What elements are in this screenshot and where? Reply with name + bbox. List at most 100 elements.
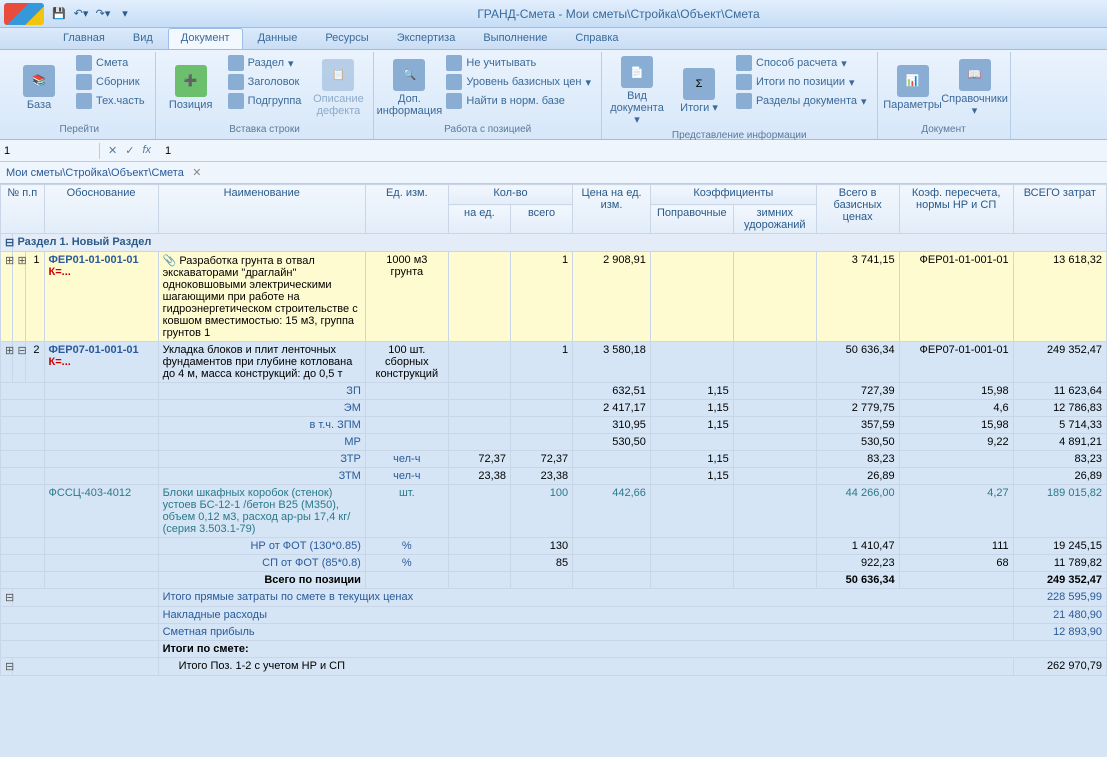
extra-info-button[interactable]: 🔍 Доп. информация [380, 54, 438, 122]
base-icon: 📚 [23, 65, 55, 97]
cell-ref-input[interactable] [4, 145, 95, 157]
tab-data[interactable]: Данные [245, 28, 311, 49]
pos-totals-icon [736, 74, 752, 90]
ignore-button[interactable]: Не учитывать [442, 54, 595, 72]
calc-icon [736, 55, 752, 71]
cancel-icon[interactable]: ✕ [108, 144, 117, 157]
ribbon-group-presentation: 📄 Вид документа ▾ Σ Итоги ▾ Способ расче… [602, 52, 878, 139]
component-row[interactable]: ЗП632,511,15727,3915,9811 623,64 [1, 383, 1107, 400]
tab-view[interactable]: Вид [120, 28, 166, 49]
expand-icon[interactable]: ⊞ [13, 252, 25, 342]
tab-help[interactable]: Справка [562, 28, 631, 49]
doc-sections-button[interactable]: Разделы документа ▾ [732, 92, 871, 110]
collapse-icon[interactable]: ⊟ [1, 589, 13, 607]
tab-expertise[interactable]: Экспертиза [384, 28, 469, 49]
tab-document[interactable]: Документ [168, 28, 243, 49]
position-button[interactable]: ➕ Позиция [162, 54, 220, 122]
cell-reference [0, 143, 100, 159]
defect-button[interactable]: 📋 Описание дефекта [309, 54, 367, 122]
totals-icon: Σ [683, 68, 715, 100]
sbornik-button[interactable]: Сборник [72, 73, 149, 91]
collapse-icon[interactable]: ⊟ [1, 658, 13, 676]
collapse-icon[interactable]: ⊟ [1, 234, 13, 252]
summary-row[interactable]: ⊟Итого прямые затраты по смете в текущих… [1, 589, 1107, 607]
summary-row[interactable]: Сметная прибыль12 893,90 [1, 624, 1107, 641]
pos-totals-button[interactable]: Итоги по позиции ▾ [732, 73, 871, 91]
redo-icon[interactable]: ↷▾ [94, 5, 112, 23]
tech-icon [76, 93, 92, 109]
qat-more-icon[interactable]: ▾ [116, 5, 134, 23]
ribbon-group-document: 📊 Параметры 📖 Справочники ▾ Документ [878, 52, 1011, 139]
smeta-icon [76, 55, 92, 71]
subgroup-icon [228, 93, 244, 109]
expand-icon[interactable]: ⊞ [1, 342, 13, 383]
plus-icon: ➕ [175, 65, 207, 97]
data-grid: № п.п Обоснование Наименование Ед. изм. … [0, 184, 1107, 676]
window-title: ГРАНД-Смета - Мои сметы\Стройка\Объект\С… [134, 7, 1103, 21]
undo-icon[interactable]: ↶▾ [72, 5, 90, 23]
sp-row[interactable]: СП от ФОТ (85*0.8)%85922,236811 789,82 [1, 555, 1107, 572]
subgroup-button[interactable]: Подгруппа [224, 92, 306, 110]
save-icon[interactable]: 💾 [50, 5, 68, 23]
title-bar: 💾 ↶▾ ↷▾ ▾ ГРАНД-Смета - Мои сметы\Стройк… [0, 0, 1107, 28]
header-button[interactable]: Заголовок [224, 73, 306, 91]
tab-main[interactable]: Главная [50, 28, 118, 49]
material-row[interactable]: ФССЦ-403-4012Блоки шкафных коробок (стен… [1, 485, 1107, 538]
ribbon-group-position: 🔍 Доп. информация Не учитывать Уровень б… [374, 52, 602, 139]
fx-icon[interactable]: fx [142, 144, 151, 157]
price-level-icon [446, 74, 462, 90]
position-row[interactable]: ⊞ ⊞ 1 ФЕР01-01-001-01К=... 📎 Разработка … [1, 252, 1107, 342]
sbornik-icon [76, 74, 92, 90]
ribbon-group-insert: ➕ Позиция Раздел ▾ Заголовок Подгруппа 📋… [156, 52, 375, 139]
confirm-icon[interactable]: ✓ [125, 144, 134, 157]
ribbon: 📚 База Смета Сборник Тех.часть Перейти ➕… [0, 50, 1107, 140]
totals-button[interactable]: Σ Итоги ▾ [670, 54, 728, 128]
doc-view-icon: 📄 [621, 56, 653, 88]
nr-row[interactable]: НР от ФОТ (130*0.85)%1301 410,4711119 24… [1, 538, 1107, 555]
grid-header: № п.п Обоснование Наименование Ед. изм. … [1, 185, 1107, 234]
defect-icon: 📋 [322, 59, 354, 91]
position-total-row[interactable]: Всего по позиции50 636,34249 352,47 [1, 572, 1107, 589]
component-row[interactable]: ЗТМчел-ч23,3823,381,1526,8926,89 [1, 468, 1107, 485]
tab-resources[interactable]: Ресурсы [312, 28, 381, 49]
tech-button[interactable]: Тех.часть [72, 92, 149, 110]
component-row[interactable]: ЭМ2 417,171,152 779,754,612 786,83 [1, 400, 1107, 417]
price-level-button[interactable]: Уровень базисных цен ▾ [442, 73, 595, 91]
section-icon [228, 55, 244, 71]
book-icon: 📖 [959, 59, 991, 91]
formula-input[interactable] [165, 145, 1101, 157]
expand-icon[interactable]: ⊞ [1, 252, 13, 342]
group-label: Перейти [10, 122, 149, 137]
formula-bar: ✕ ✓ fx [0, 140, 1107, 162]
ribbon-tabs: Главная Вид Документ Данные Ресурсы Эксп… [0, 28, 1107, 50]
position-row[interactable]: ⊞ ⊟ 2 ФЕР07-01-001-01К=... Укладка блоко… [1, 342, 1107, 383]
breadcrumb[interactable]: Мои сметы\Стройка\Объект\Смета [6, 167, 184, 179]
summary-row[interactable]: Накладные расходы21 480,90 [1, 607, 1107, 624]
component-row[interactable]: МР530,50530,509,224 891,21 [1, 434, 1107, 451]
close-icon[interactable]: ✕ [190, 166, 204, 180]
section-row[interactable]: ⊟ Раздел 1. Новый Раздел [1, 234, 1107, 252]
smeta-button[interactable]: Смета [72, 54, 149, 72]
section-button[interactable]: Раздел ▾ [224, 54, 306, 72]
breadcrumb-bar: Мои сметы\Стройка\Объект\Смета ✕ [0, 162, 1107, 184]
tab-execution[interactable]: Выполнение [470, 28, 560, 49]
app-logo-icon [4, 3, 44, 25]
info-icon: 🔍 [393, 59, 425, 91]
component-row[interactable]: ЗТРчел-ч72,3772,371,1583,2383,23 [1, 451, 1107, 468]
summary-header-row[interactable]: Итоги по смете: [1, 641, 1107, 658]
calc-method-button[interactable]: Способ расчета ▾ [732, 54, 871, 72]
component-row[interactable]: в т.ч. ЗПМ310,951,15357,5915,985 714,33 [1, 417, 1107, 434]
params-icon: 📊 [897, 65, 929, 97]
reference-button[interactable]: 📖 Справочники ▾ [946, 54, 1004, 122]
header-icon [228, 74, 244, 90]
base-button[interactable]: 📚 База [10, 54, 68, 122]
find-norm-button[interactable]: Найти в норм. базе [442, 92, 595, 110]
ignore-icon [446, 55, 462, 71]
find-icon [446, 93, 462, 109]
doc-sections-icon [736, 93, 752, 109]
params-button[interactable]: 📊 Параметры [884, 54, 942, 122]
ribbon-group-navigate: 📚 База Смета Сборник Тех.часть Перейти [4, 52, 156, 139]
summary-total-row[interactable]: ⊟Итого Поз. 1-2 с учетом НР и СП262 970,… [1, 658, 1107, 676]
collapse-icon[interactable]: ⊟ [13, 342, 25, 383]
doc-view-button[interactable]: 📄 Вид документа ▾ [608, 54, 666, 128]
